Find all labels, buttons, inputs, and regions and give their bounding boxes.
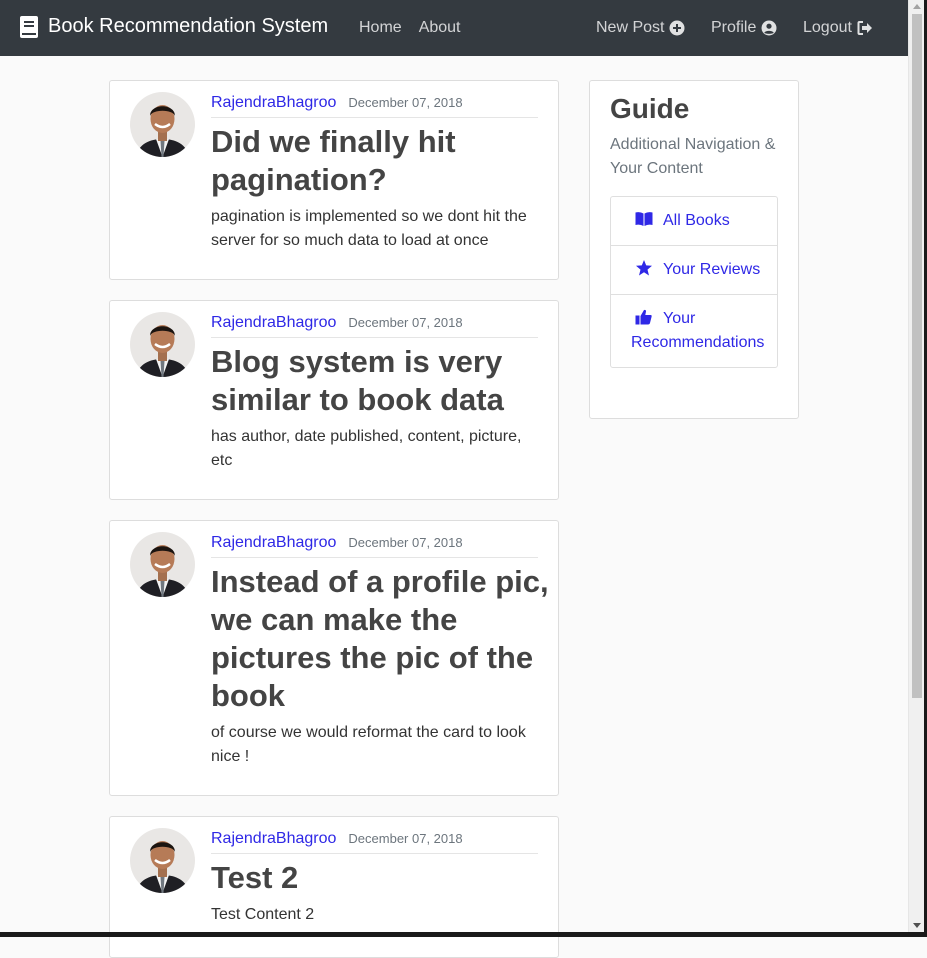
nav-link-logout[interactable]: Logout (803, 19, 873, 37)
post-card: RajendraBhagroo December 07, 2018 Instea… (109, 520, 559, 796)
guide-item-all-books[interactable]: All Books (611, 197, 777, 246)
new-post-label: New Post (596, 19, 665, 36)
avatar[interactable] (130, 828, 195, 893)
nav-link-about[interactable]: About (419, 19, 461, 37)
guide-sidebar: Guide Additional Navigation & Your Conte… (589, 80, 799, 419)
brand-title: Book Recommendation System (48, 15, 329, 37)
profile-label: Profile (711, 19, 757, 36)
guide-item-your-recommendations[interactable]: Your Recommendations (611, 295, 777, 367)
post-date: December 07, 2018 (348, 535, 463, 550)
post-date: December 07, 2018 (348, 95, 463, 110)
plus-circle-icon (669, 20, 685, 36)
post-date: December 07, 2018 (348, 315, 463, 330)
post-title[interactable]: Test 2 (211, 859, 551, 897)
vertical-scrollbar[interactable] (908, 0, 925, 932)
post-meta: RajendraBhagroo December 07, 2018 (211, 830, 538, 854)
nav-link-home[interactable]: Home (359, 19, 402, 37)
guide-item-label: All Books (663, 212, 730, 229)
thumbs-up-icon (635, 309, 652, 325)
nav-left: Home About (359, 19, 461, 37)
guide-nav-list: All Books Your Reviews Your Recommendati… (610, 196, 778, 368)
nav-link-profile[interactable]: Profile (711, 19, 777, 37)
post-content: of course we would reformat the card to … (211, 724, 526, 765)
post-meta: RajendraBhagroo December 07, 2018 (211, 94, 538, 118)
guide-subtitle: Additional Navigation & Your Content (610, 136, 776, 177)
top-navbar: Book Recommendation System Home About Ne… (0, 0, 908, 56)
scroll-down-arrow-icon[interactable] (913, 923, 921, 928)
post-card: RajendraBhagroo December 07, 2018 Did we… (109, 80, 559, 280)
post-date: December 07, 2018 (348, 831, 463, 846)
star-icon (636, 260, 652, 276)
scroll-up-arrow-icon[interactable] (913, 4, 921, 9)
post-meta: RajendraBhagroo December 07, 2018 (211, 314, 538, 338)
guide-title: Guide (610, 93, 690, 124)
post-meta: RajendraBhagroo December 07, 2018 (211, 534, 538, 558)
author-link[interactable]: RajendraBhagroo (211, 314, 336, 332)
author-link[interactable]: RajendraBhagroo (211, 94, 336, 112)
book-icon (20, 15, 38, 38)
window-border-bottom (0, 932, 927, 937)
brand[interactable]: Book Recommendation System (20, 15, 328, 38)
post-content: pagination is implemented so we dont hit… (211, 208, 527, 249)
author-link[interactable]: RajendraBhagroo (211, 830, 336, 848)
scrollbar-thumb[interactable] (912, 14, 922, 698)
user-circle-icon (761, 20, 777, 36)
sign-out-icon (857, 21, 872, 35)
post-card: RajendraBhagroo December 07, 2018 Blog s… (109, 300, 559, 500)
post-content: Test Content 2 (211, 906, 315, 923)
post-title[interactable]: Did we finally hit pagination? (211, 123, 551, 199)
post-title[interactable]: Instead of a profile pic, we can make th… (211, 563, 551, 715)
avatar[interactable] (130, 92, 195, 157)
post-content: has author, date published, content, pic… (211, 428, 522, 469)
author-link[interactable]: RajendraBhagroo (211, 534, 336, 552)
open-book-icon (635, 212, 653, 226)
avatar[interactable] (130, 532, 195, 597)
logout-label: Logout (803, 19, 852, 36)
nav-link-new-post[interactable]: New Post (596, 19, 685, 37)
avatar[interactable] (130, 312, 195, 377)
guide-item-your-reviews[interactable]: Your Reviews (611, 246, 777, 295)
post-title[interactable]: Blog system is very similar to book data (211, 343, 551, 419)
guide-item-label: Your Reviews (663, 261, 761, 278)
